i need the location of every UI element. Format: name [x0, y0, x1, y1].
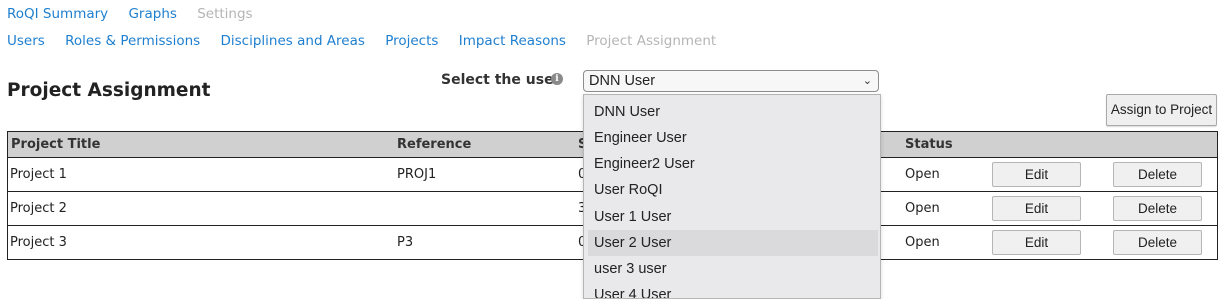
select-user-label: Select the user	[441, 72, 561, 88]
user-select-value: DNN User	[589, 73, 656, 89]
info-icon[interactable]: i	[551, 73, 563, 85]
nav-settings: Settings	[197, 6, 253, 22]
nav-roqi-summary[interactable]: RoQI Summary	[7, 6, 108, 22]
user-option[interactable]: Engineer2 User	[588, 151, 878, 177]
edit-button[interactable]: Edit	[992, 196, 1081, 221]
delete-button[interactable]: Delete	[1113, 230, 1202, 255]
settings-subnav: Users Roles & Permissions Disciplines an…	[7, 33, 732, 49]
subnav-disciplines-areas[interactable]: Disciplines and Areas	[221, 33, 365, 49]
user-option[interactable]: User 1 User	[588, 204, 878, 230]
subnav-roles-permissions[interactable]: Roles & Permissions	[65, 33, 200, 49]
subnav-project-assignment: Project Assignment	[586, 33, 717, 49]
subnav-projects[interactable]: Projects	[385, 33, 438, 49]
subnav-users[interactable]: Users	[7, 33, 45, 49]
assign-to-project-button[interactable]: Assign to Project	[1106, 94, 1217, 126]
nav-graphs[interactable]: Graphs	[128, 6, 176, 22]
cell-status: Open	[905, 235, 940, 250]
header-status: Status	[905, 137, 953, 152]
cell-status: Open	[905, 167, 940, 182]
header-reference: Reference	[397, 137, 472, 152]
chevron-down-icon: ⌄	[862, 75, 872, 87]
delete-button[interactable]: Delete	[1113, 196, 1202, 221]
cell-project-title: Project 1	[10, 167, 67, 182]
user-option[interactable]: DNN User	[588, 99, 878, 125]
page-title: Project Assignment	[7, 80, 211, 101]
user-select[interactable]: DNN User ⌄	[583, 70, 879, 92]
user-option[interactable]: User 4 User	[588, 282, 878, 298]
delete-button[interactable]: Delete	[1113, 162, 1202, 187]
user-option[interactable]: User RoQI	[588, 177, 878, 203]
edit-button[interactable]: Edit	[992, 230, 1081, 255]
cell-project-title: Project 3	[10, 235, 67, 250]
user-option[interactable]: Engineer User	[588, 125, 878, 151]
subnav-impact-reasons[interactable]: Impact Reasons	[459, 33, 566, 49]
user-select-dropdown: DNN User Engineer User Engineer2 User Us…	[583, 94, 881, 299]
user-option[interactable]: user 3 user	[588, 256, 878, 282]
user-option-hovered[interactable]: User 2 User	[588, 230, 878, 256]
cell-reference: P3	[397, 235, 414, 250]
cell-status: Open	[905, 201, 940, 216]
cell-reference: PROJ1	[397, 167, 437, 182]
top-nav: RoQI Summary Graphs Settings	[7, 6, 269, 22]
cell-project-title: Project 2	[10, 201, 67, 216]
edit-button[interactable]: Edit	[992, 162, 1081, 187]
header-project-title: Project Title	[11, 137, 101, 152]
